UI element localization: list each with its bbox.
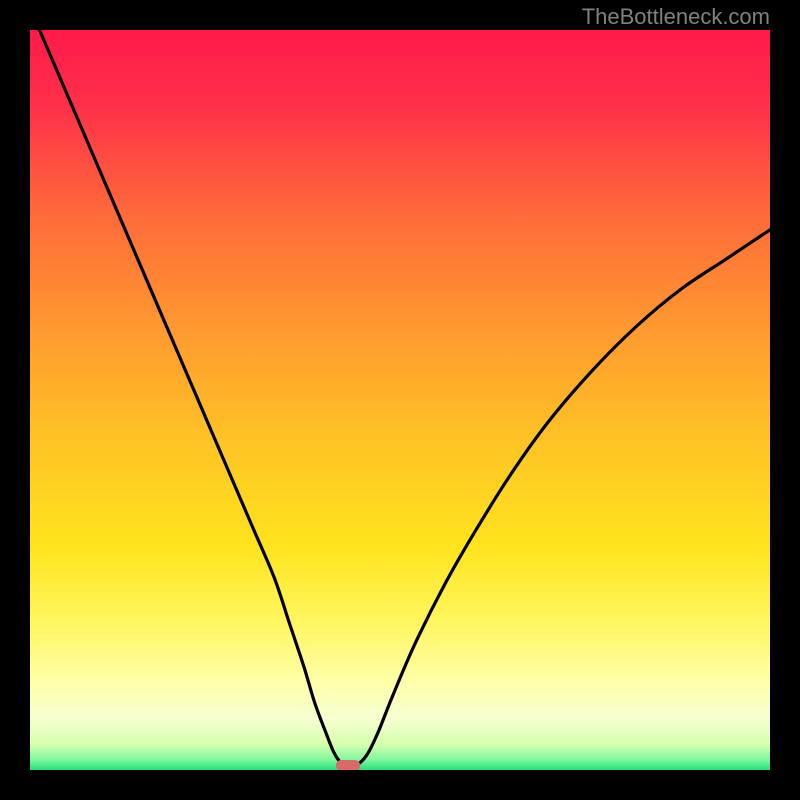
bottleneck-curve: [30, 30, 770, 770]
plot-area: [30, 30, 770, 770]
chart-frame: TheBottleneck.com: [0, 0, 800, 800]
watermark-text: TheBottleneck.com: [582, 4, 770, 30]
minimum-marker: [336, 760, 360, 770]
